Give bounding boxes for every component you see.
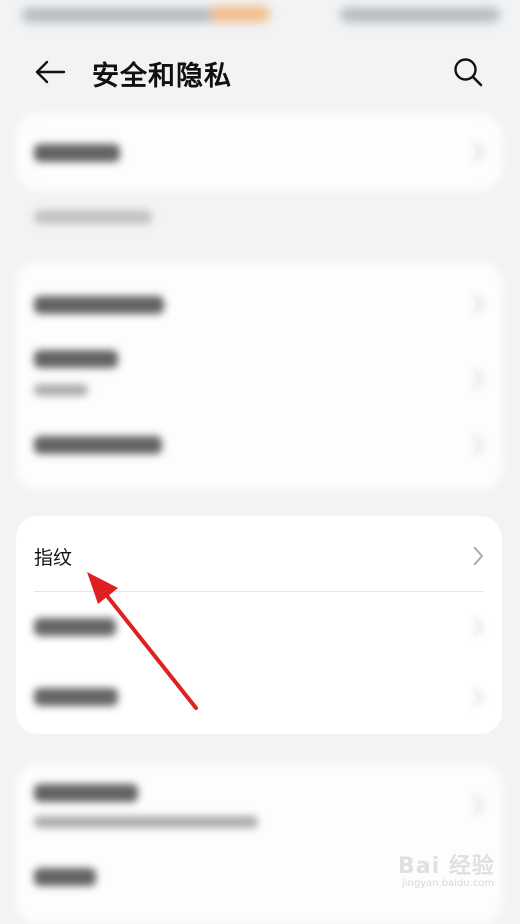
page-title: 安全和隐私 [92, 61, 232, 92]
arrow-left-icon [35, 60, 66, 84]
section-label-blurred [34, 210, 152, 224]
chevron-right-icon [473, 435, 484, 455]
chevron-right-icon [473, 294, 484, 314]
chevron-right-icon [473, 795, 484, 815]
settings-row-blurred[interactable] [16, 114, 502, 190]
fingerprint-row[interactable]: 指纹 [16, 516, 502, 591]
status-bar-notification-blurred [210, 6, 270, 22]
app-bar: 安全和隐私 [0, 40, 520, 104]
status-bar-right-blurred [340, 8, 500, 22]
row-sublabel-placeholder [34, 384, 88, 396]
chevron-right-icon [473, 687, 484, 707]
settings-card-4 [16, 764, 502, 924]
search-icon [454, 58, 483, 87]
status-bar-left-blurred [22, 8, 242, 22]
settings-row-blurred[interactable] [16, 346, 502, 418]
settings-row-blurred[interactable] [16, 418, 502, 490]
chevron-right-icon [473, 617, 484, 637]
settings-row-blurred[interactable] [16, 662, 502, 734]
settings-card-2 [16, 262, 502, 490]
settings-row-blurred[interactable] [16, 262, 502, 346]
back-button[interactable] [30, 52, 70, 92]
row-label-placeholder [34, 296, 164, 314]
status-bar [0, 0, 520, 34]
settings-row-blurred[interactable] [16, 764, 502, 844]
chevron-right-icon [473, 142, 484, 162]
settings-card-3: 指纹 [16, 516, 502, 734]
search-button[interactable] [448, 52, 488, 92]
settings-row-blurred[interactable] [16, 844, 502, 914]
chevron-right-icon [473, 546, 484, 566]
fingerprint-label: 指纹 [34, 547, 73, 569]
settings-card-1 [16, 114, 502, 190]
row-sublabel-placeholder [34, 816, 258, 828]
row-label-placeholder [34, 350, 118, 368]
row-label-placeholder [34, 868, 96, 886]
settings-row-blurred[interactable] [16, 592, 502, 662]
row-label-placeholder [34, 144, 120, 162]
row-label-placeholder [34, 688, 118, 706]
row-label-placeholder [34, 784, 138, 802]
chevron-right-icon [473, 369, 484, 389]
row-label-placeholder [34, 436, 162, 454]
row-label-placeholder [34, 618, 116, 636]
